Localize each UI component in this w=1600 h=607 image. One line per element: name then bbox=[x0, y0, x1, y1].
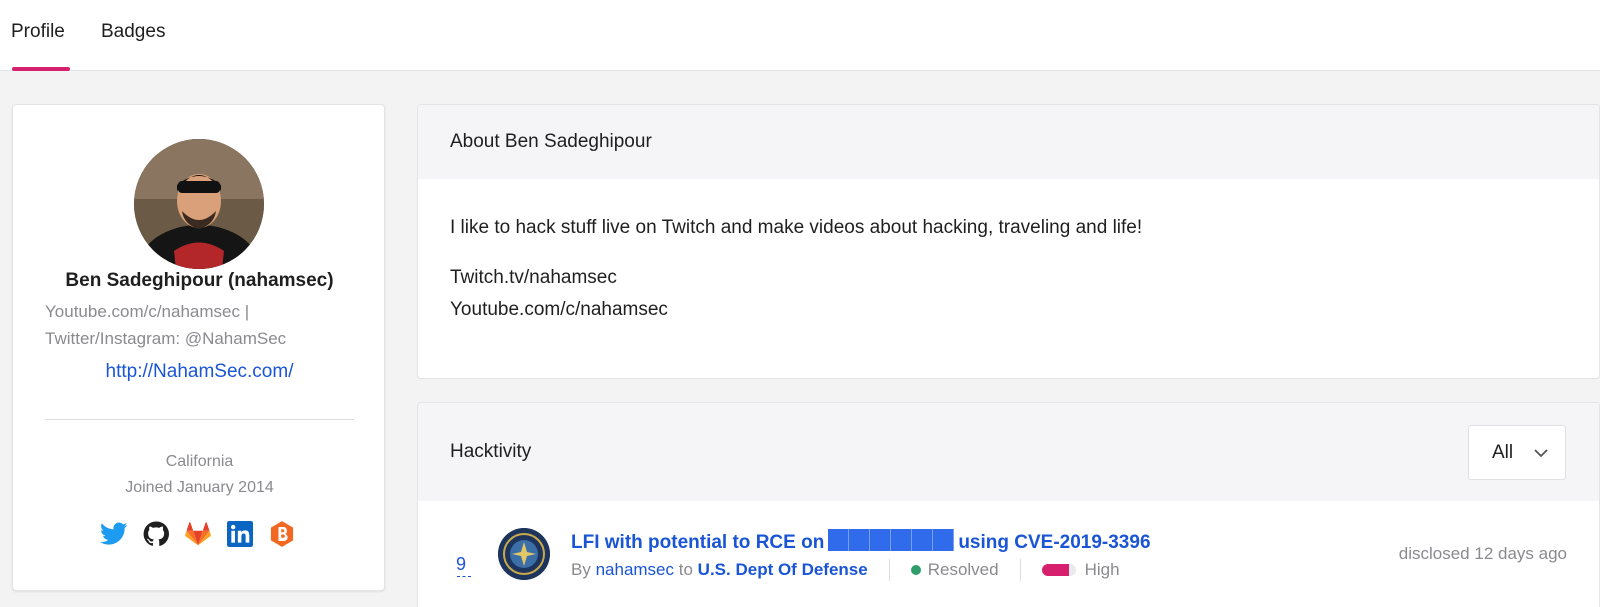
program-link[interactable]: U.S. Dept Of Defense bbox=[698, 560, 868, 580]
status-text: Resolved bbox=[927, 560, 999, 579]
active-tab-indicator bbox=[12, 67, 70, 71]
chevron-down-icon bbox=[1533, 446, 1549, 464]
about-text: I like to hack stuff live on Twitch and … bbox=[450, 217, 1143, 238]
divider bbox=[45, 419, 354, 420]
report-title-suffix: using CVE-2019-3396 bbox=[958, 532, 1151, 553]
profile-card: Ben Sadeghipour (nahamsec) Youtube.com/c… bbox=[12, 104, 385, 591]
github-icon[interactable] bbox=[141, 519, 171, 549]
disclosed-time: disclosed 12 days ago bbox=[1398, 544, 1567, 563]
dod-logo bbox=[498, 528, 550, 580]
tab-badges[interactable]: Badges bbox=[101, 21, 165, 43]
hacktivity-row: 9 LFI with potential to RCE on using CVE-… bbox=[418, 501, 1599, 607]
profile-tabs-bar: Profile Badges bbox=[0, 0, 1600, 71]
resolved-status-dot bbox=[910, 565, 921, 575]
avatar bbox=[134, 139, 264, 269]
severity-text: High bbox=[1084, 560, 1120, 579]
social-links bbox=[99, 519, 297, 549]
vote-underline bbox=[457, 576, 471, 577]
profile-location: California bbox=[165, 453, 234, 470]
separator bbox=[1019, 559, 1021, 581]
reporter-link[interactable]: nahamsec bbox=[596, 560, 674, 580]
separator bbox=[888, 559, 890, 581]
about-header: About Ben Sadeghipour bbox=[418, 105, 1599, 179]
bio-line: Twitter/Instagram: @NahamSec bbox=[45, 329, 287, 348]
about-title: About Ben Sadeghipour bbox=[450, 131, 652, 152]
about-card: About Ben Sadeghipour I like to hack stu… bbox=[417, 104, 1600, 379]
profile-name: Ben Sadeghipour (nahamsec) bbox=[65, 270, 334, 291]
hacktivity-filter-select[interactable]: All bbox=[1468, 425, 1566, 480]
twitter-icon[interactable] bbox=[99, 519, 129, 549]
by-label: By bbox=[571, 560, 591, 579]
about-twitch-link: Twitch.tv/nahamsec bbox=[450, 267, 617, 288]
vote-count[interactable]: 9 bbox=[456, 554, 466, 575]
report-meta: By nahamsec to U.S. Dept Of Defense Reso… bbox=[571, 559, 1120, 581]
to-label: to bbox=[678, 560, 693, 579]
tab-profile[interactable]: Profile bbox=[11, 21, 65, 43]
report-title-link[interactable]: LFI with potential to RCE on using CVE-20… bbox=[571, 529, 1151, 554]
about-youtube-link: Youtube.com/c/nahamsec bbox=[450, 299, 668, 320]
severity-indicator bbox=[1041, 564, 1076, 576]
bio-line: Youtube.com/c/nahamsec | bbox=[45, 302, 250, 321]
hacktivity-title: Hacktivity bbox=[450, 441, 532, 462]
hacktivity-header: Hacktivity All bbox=[418, 403, 1599, 501]
profile-website-link[interactable]: http://NahamSec.com/ bbox=[13, 361, 386, 383]
filter-value: All bbox=[1492, 442, 1514, 463]
profile-joined-date: Joined January 2014 bbox=[125, 479, 274, 496]
profile-bio: Youtube.com/c/nahamsec | Twitter/Instagr… bbox=[45, 298, 345, 352]
linkedin-icon[interactable] bbox=[225, 519, 255, 549]
gitlab-icon[interactable] bbox=[183, 519, 213, 549]
report-title-prefix: LFI with potential to RCE on bbox=[571, 532, 825, 553]
hacktivity-card: Hacktivity All 9 LFI with potential to R… bbox=[417, 402, 1600, 607]
redacted-block bbox=[828, 529, 955, 551]
bugcrowd-icon[interactable] bbox=[267, 519, 297, 549]
